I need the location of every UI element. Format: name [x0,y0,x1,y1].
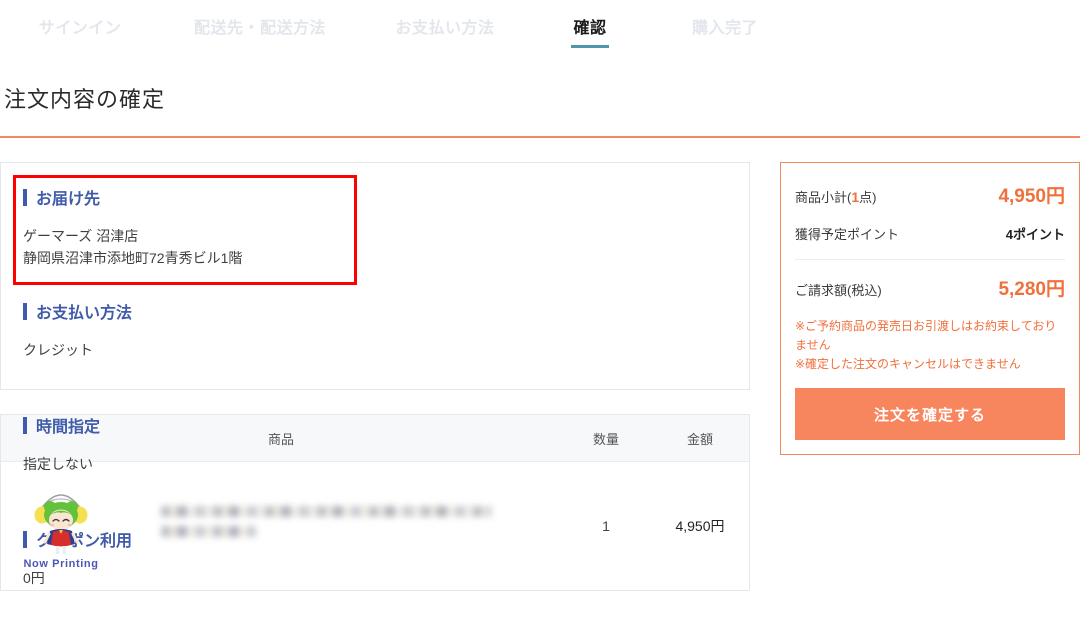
summary-divider [795,259,1065,260]
delivery-destination-heading: お届け先 [23,185,376,209]
payment-method-block: お支払い方法 クレジット [1,299,376,413]
heading-text: お支払い方法 [36,305,133,322]
step-confirm[interactable]: 確認 [530,0,650,50]
step-label: サインイン [38,20,122,37]
store-address: 静岡県沼津市添地町72青秀ビル1階 [23,250,243,266]
subtotal-row: 商品小計(1点) 4,950円 [795,181,1065,208]
heading-accent-bar [23,302,27,320]
heading-accent-bar [23,530,27,548]
order-info-card: お届け先 ゲーマーズ 沼津店 静岡県沼津市添地町72青秀ビル1階 お支払い方法 … [0,162,750,586]
total-row: ご請求額(税込) 5,280円 [795,274,1065,301]
payment-method-value: クレジット [23,342,93,358]
note-preorder: ※ご予約商品の発売日お引渡しはお約束しておりません [795,319,1057,352]
time-designation-value: 指定しない [23,456,93,472]
step-label: 配送先・配送方法 [193,20,326,37]
subtotal-value: 4,950円 [998,186,1065,207]
step-label: お支払い方法 [395,20,495,37]
step-label: 確認 [573,20,607,37]
order-summary-panel: 商品小計(1点) 4,950円 獲得予定ポイント 4ポイント ご請求額(税込) … [780,162,1080,455]
redacted-line [161,506,491,517]
summary-notes: ※ご予約商品の発売日お引渡しはお約束しておりません ※確定した注文のキャンセルは… [795,317,1065,374]
subtotal-label: 商品小計(1点) [795,187,876,206]
note-no-cancel: ※確定した注文のキャンセルはできません [795,357,1021,371]
right-column: 商品小計(1点) 4,950円 獲得予定ポイント 4ポイント ご請求額(税込) … [780,162,1080,455]
step-signin[interactable]: サインイン [0,0,160,50]
points-label: 獲得予定ポイント [795,227,900,242]
now-printing-mascot-icon [30,482,92,556]
store-name: ゲーマーズ 沼津店 [23,228,139,244]
total-value: 5,280円 [998,279,1065,300]
active-step-underline [571,45,609,48]
total-label: ご請求額(税込) [795,283,882,298]
subtotal-label-suffix: 点) [859,190,877,205]
page-title: 注文内容の確定 [4,87,166,112]
step-complete[interactable]: 購入完了 [650,0,800,50]
info-grid: お届け先 ゲーマーズ 沼津店 静岡県沼津市添地町72青秀ビル1階 お支払い方法 … [1,185,749,620]
points-row: 獲得予定ポイント 4ポイント [795,224,1065,243]
main-content: お届け先 ゲーマーズ 沼津店 静岡県沼津市添地町72青秀ビル1階 お支払い方法 … [0,138,1080,591]
checkout-steps: サインイン 配送先・配送方法 お支払い方法 確認 購入完了 [0,0,1080,56]
step-payment[interactable]: お支払い方法 [360,0,530,50]
heading-text: 時間指定 [36,419,101,436]
heading-accent-bar [23,416,27,434]
confirm-order-button[interactable]: 注文を確定する [795,388,1065,440]
left-column: お届け先 ゲーマーズ 沼津店 静岡県沼津市添地町72青秀ビル1階 お支払い方法 … [0,162,750,591]
coupon-value: 0円 [23,570,45,586]
heading-text: お届け先 [36,191,101,208]
heading-accent-bar [23,188,27,206]
product-title-redacted[interactable] [161,506,501,546]
step-shipping[interactable]: 配送先・配送方法 [160,0,360,50]
subtotal-item-count: 1 [851,189,860,205]
payment-method-heading: お支払い方法 [23,299,376,323]
subtotal-label-prefix: 商品小計( [795,190,852,205]
delivery-destination-block: お届け先 ゲーマーズ 沼津店 静岡県沼津市添地町72青秀ビル1階 [1,185,376,299]
time-designation-heading: 時間指定 [23,413,376,437]
step-label: 購入完了 [691,20,758,37]
points-value: 4ポイント [1005,227,1065,242]
redacted-line [161,526,256,537]
page-header: 注文内容の確定 [0,56,1080,114]
